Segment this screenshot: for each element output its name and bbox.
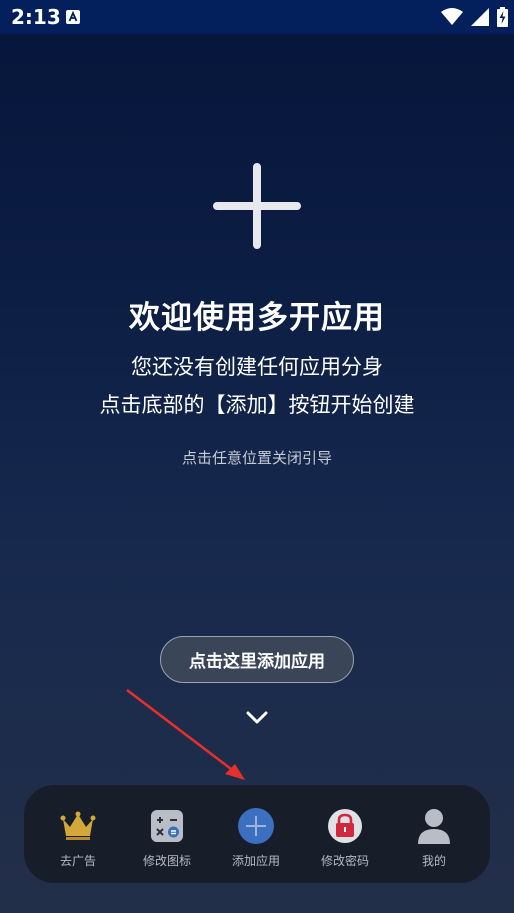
nav-label-remove-ads: 去广告 <box>59 854 96 868</box>
dismiss-hint[interactable]: 点击任意位置关闭引导 <box>0 447 514 468</box>
lock-icon <box>328 809 362 843</box>
wifi-icon <box>441 8 463 25</box>
nav-label-profile: 我的 <box>421 854 446 868</box>
bottom-nav: 去广告 修改图标 添加应用 修改密码 我的 <box>24 785 490 883</box>
nav-item-profile[interactable]: 我的 <box>390 785 478 883</box>
calculator-icon <box>151 810 183 842</box>
font-notification-icon <box>66 10 80 24</box>
nav-item-remove-ads[interactable]: 去广告 <box>34 785 122 883</box>
nav-item-add-app[interactable]: 添加应用 <box>212 785 300 883</box>
signal-icon <box>471 8 489 26</box>
user-icon <box>418 809 450 844</box>
battery-charging-icon <box>497 7 508 27</box>
nav-label-add-app: 添加应用 <box>231 854 280 868</box>
add-circle-icon <box>238 808 274 844</box>
welcome-line-2: 点击底部的【添加】按钮开始创建 <box>99 393 415 417</box>
status-bar: 2:13 <box>0 0 514 34</box>
plus-icon <box>213 163 301 249</box>
add-app-tooltip[interactable]: 点击这里添加应用 <box>160 636 354 683</box>
status-time: 2:13 <box>11 5 61 29</box>
crown-icon <box>60 811 96 840</box>
nav-label-change-icon: 修改图标 <box>142 854 191 868</box>
welcome-title: 欢迎使用多开应用 <box>129 300 385 336</box>
nav-item-change-icon[interactable]: 修改图标 <box>123 785 211 883</box>
nav-label-change-password: 修改密码 <box>320 854 369 868</box>
nav-item-change-password[interactable]: 修改密码 <box>301 785 389 883</box>
pointer-arrow-icon <box>126 689 245 780</box>
welcome-line-1: 您还没有创建任何应用分身 <box>131 355 383 379</box>
